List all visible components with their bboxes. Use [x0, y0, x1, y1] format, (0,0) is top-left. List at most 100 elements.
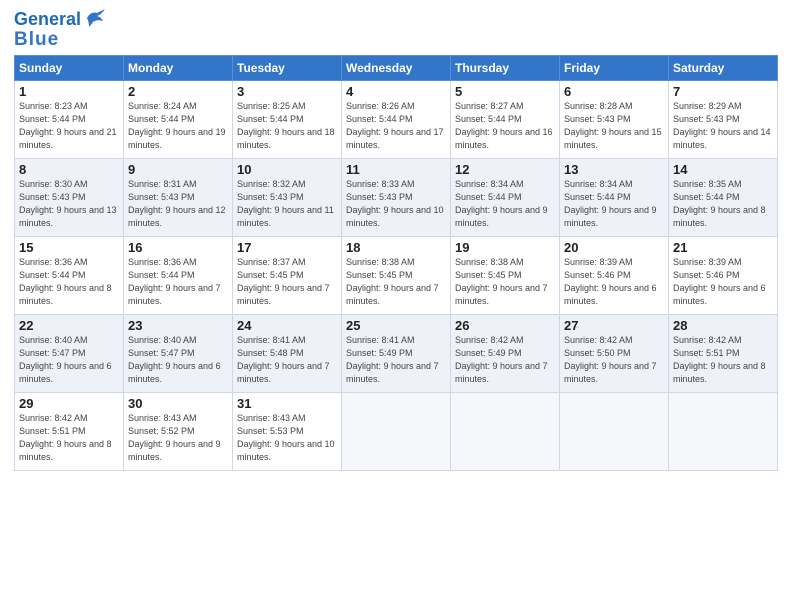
day-cell-3: 3Sunrise: 8:25 AMSunset: 5:44 PMDaylight… — [233, 80, 342, 158]
day-info: Sunrise: 8:43 AMSunset: 5:53 PMDaylight:… — [237, 412, 337, 464]
day-info: Sunrise: 8:38 AMSunset: 5:45 PMDaylight:… — [346, 256, 446, 308]
empty-cell — [669, 392, 778, 470]
empty-cell — [451, 392, 560, 470]
day-cell-23: 23Sunrise: 8:40 AMSunset: 5:47 PMDayligh… — [124, 314, 233, 392]
day-number: 1 — [19, 84, 119, 99]
week-row-3: 15Sunrise: 8:36 AMSunset: 5:44 PMDayligh… — [15, 236, 778, 314]
day-info: Sunrise: 8:34 AMSunset: 5:44 PMDaylight:… — [455, 178, 555, 230]
week-row-2: 8Sunrise: 8:30 AMSunset: 5:43 PMDaylight… — [15, 158, 778, 236]
calendar-table: SundayMondayTuesdayWednesdayThursdayFrid… — [14, 55, 778, 471]
day-cell-13: 13Sunrise: 8:34 AMSunset: 5:44 PMDayligh… — [560, 158, 669, 236]
day-cell-6: 6Sunrise: 8:28 AMSunset: 5:43 PMDaylight… — [560, 80, 669, 158]
day-cell-1: 1Sunrise: 8:23 AMSunset: 5:44 PMDaylight… — [15, 80, 124, 158]
day-number: 6 — [564, 84, 664, 99]
day-info: Sunrise: 8:33 AMSunset: 5:43 PMDaylight:… — [346, 178, 446, 230]
header: General Blue — [14, 10, 778, 51]
day-number: 8 — [19, 162, 119, 177]
day-cell-26: 26Sunrise: 8:42 AMSunset: 5:49 PMDayligh… — [451, 314, 560, 392]
col-header-saturday: Saturday — [669, 55, 778, 80]
day-info: Sunrise: 8:36 AMSunset: 5:44 PMDaylight:… — [128, 256, 228, 308]
col-header-sunday: Sunday — [15, 55, 124, 80]
day-cell-21: 21Sunrise: 8:39 AMSunset: 5:46 PMDayligh… — [669, 236, 778, 314]
day-number: 9 — [128, 162, 228, 177]
logo-general: General — [14, 10, 81, 30]
day-cell-9: 9Sunrise: 8:31 AMSunset: 5:43 PMDaylight… — [124, 158, 233, 236]
col-header-thursday: Thursday — [451, 55, 560, 80]
day-cell-2: 2Sunrise: 8:24 AMSunset: 5:44 PMDaylight… — [124, 80, 233, 158]
day-number: 12 — [455, 162, 555, 177]
day-number: 13 — [564, 162, 664, 177]
day-info: Sunrise: 8:40 AMSunset: 5:47 PMDaylight:… — [128, 334, 228, 386]
day-cell-12: 12Sunrise: 8:34 AMSunset: 5:44 PMDayligh… — [451, 158, 560, 236]
col-header-friday: Friday — [560, 55, 669, 80]
day-cell-20: 20Sunrise: 8:39 AMSunset: 5:46 PMDayligh… — [560, 236, 669, 314]
day-cell-30: 30Sunrise: 8:43 AMSunset: 5:52 PMDayligh… — [124, 392, 233, 470]
day-info: Sunrise: 8:35 AMSunset: 5:44 PMDaylight:… — [673, 178, 773, 230]
day-info: Sunrise: 8:39 AMSunset: 5:46 PMDaylight:… — [673, 256, 773, 308]
logo: General Blue — [14, 10, 105, 51]
day-info: Sunrise: 8:42 AMSunset: 5:51 PMDaylight:… — [19, 412, 119, 464]
day-number: 3 — [237, 84, 337, 99]
day-info: Sunrise: 8:38 AMSunset: 5:45 PMDaylight:… — [455, 256, 555, 308]
day-info: Sunrise: 8:40 AMSunset: 5:47 PMDaylight:… — [19, 334, 119, 386]
col-header-wednesday: Wednesday — [342, 55, 451, 80]
day-cell-10: 10Sunrise: 8:32 AMSunset: 5:43 PMDayligh… — [233, 158, 342, 236]
day-number: 5 — [455, 84, 555, 99]
day-info: Sunrise: 8:24 AMSunset: 5:44 PMDaylight:… — [128, 100, 228, 152]
day-cell-22: 22Sunrise: 8:40 AMSunset: 5:47 PMDayligh… — [15, 314, 124, 392]
day-cell-18: 18Sunrise: 8:38 AMSunset: 5:45 PMDayligh… — [342, 236, 451, 314]
day-number: 29 — [19, 396, 119, 411]
day-info: Sunrise: 8:36 AMSunset: 5:44 PMDaylight:… — [19, 256, 119, 308]
day-cell-8: 8Sunrise: 8:30 AMSunset: 5:43 PMDaylight… — [15, 158, 124, 236]
day-number: 28 — [673, 318, 773, 333]
day-number: 20 — [564, 240, 664, 255]
day-info: Sunrise: 8:42 AMSunset: 5:50 PMDaylight:… — [564, 334, 664, 386]
day-cell-24: 24Sunrise: 8:41 AMSunset: 5:48 PMDayligh… — [233, 314, 342, 392]
day-cell-7: 7Sunrise: 8:29 AMSunset: 5:43 PMDaylight… — [669, 80, 778, 158]
page-container: General Blue SundayMondayTuesdayWednesda… — [0, 0, 792, 481]
day-info: Sunrise: 8:41 AMSunset: 5:49 PMDaylight:… — [346, 334, 446, 386]
col-header-monday: Monday — [124, 55, 233, 80]
day-number: 19 — [455, 240, 555, 255]
day-info: Sunrise: 8:34 AMSunset: 5:44 PMDaylight:… — [564, 178, 664, 230]
day-number: 18 — [346, 240, 446, 255]
day-number: 17 — [237, 240, 337, 255]
day-cell-14: 14Sunrise: 8:35 AMSunset: 5:44 PMDayligh… — [669, 158, 778, 236]
day-number: 11 — [346, 162, 446, 177]
day-cell-19: 19Sunrise: 8:38 AMSunset: 5:45 PMDayligh… — [451, 236, 560, 314]
day-number: 31 — [237, 396, 337, 411]
day-info: Sunrise: 8:39 AMSunset: 5:46 PMDaylight:… — [564, 256, 664, 308]
day-number: 14 — [673, 162, 773, 177]
day-cell-17: 17Sunrise: 8:37 AMSunset: 5:45 PMDayligh… — [233, 236, 342, 314]
logo-bird-icon — [83, 9, 105, 27]
day-info: Sunrise: 8:28 AMSunset: 5:43 PMDaylight:… — [564, 100, 664, 152]
day-info: Sunrise: 8:41 AMSunset: 5:48 PMDaylight:… — [237, 334, 337, 386]
day-number: 10 — [237, 162, 337, 177]
empty-cell — [560, 392, 669, 470]
day-info: Sunrise: 8:26 AMSunset: 5:44 PMDaylight:… — [346, 100, 446, 152]
day-info: Sunrise: 8:27 AMSunset: 5:44 PMDaylight:… — [455, 100, 555, 152]
day-info: Sunrise: 8:43 AMSunset: 5:52 PMDaylight:… — [128, 412, 228, 464]
day-info: Sunrise: 8:25 AMSunset: 5:44 PMDaylight:… — [237, 100, 337, 152]
day-info: Sunrise: 8:29 AMSunset: 5:43 PMDaylight:… — [673, 100, 773, 152]
day-number: 16 — [128, 240, 228, 255]
day-number: 4 — [346, 84, 446, 99]
day-info: Sunrise: 8:42 AMSunset: 5:51 PMDaylight:… — [673, 334, 773, 386]
day-info: Sunrise: 8:37 AMSunset: 5:45 PMDaylight:… — [237, 256, 337, 308]
day-number: 30 — [128, 396, 228, 411]
header-row: SundayMondayTuesdayWednesdayThursdayFrid… — [15, 55, 778, 80]
day-cell-28: 28Sunrise: 8:42 AMSunset: 5:51 PMDayligh… — [669, 314, 778, 392]
week-row-4: 22Sunrise: 8:40 AMSunset: 5:47 PMDayligh… — [15, 314, 778, 392]
day-number: 2 — [128, 84, 228, 99]
day-cell-5: 5Sunrise: 8:27 AMSunset: 5:44 PMDaylight… — [451, 80, 560, 158]
week-row-1: 1Sunrise: 8:23 AMSunset: 5:44 PMDaylight… — [15, 80, 778, 158]
day-cell-29: 29Sunrise: 8:42 AMSunset: 5:51 PMDayligh… — [15, 392, 124, 470]
day-number: 23 — [128, 318, 228, 333]
day-cell-31: 31Sunrise: 8:43 AMSunset: 5:53 PMDayligh… — [233, 392, 342, 470]
logo-blue: Blue — [14, 30, 59, 51]
day-number: 25 — [346, 318, 446, 333]
day-cell-4: 4Sunrise: 8:26 AMSunset: 5:44 PMDaylight… — [342, 80, 451, 158]
day-info: Sunrise: 8:42 AMSunset: 5:49 PMDaylight:… — [455, 334, 555, 386]
day-info: Sunrise: 8:31 AMSunset: 5:43 PMDaylight:… — [128, 178, 228, 230]
day-cell-16: 16Sunrise: 8:36 AMSunset: 5:44 PMDayligh… — [124, 236, 233, 314]
